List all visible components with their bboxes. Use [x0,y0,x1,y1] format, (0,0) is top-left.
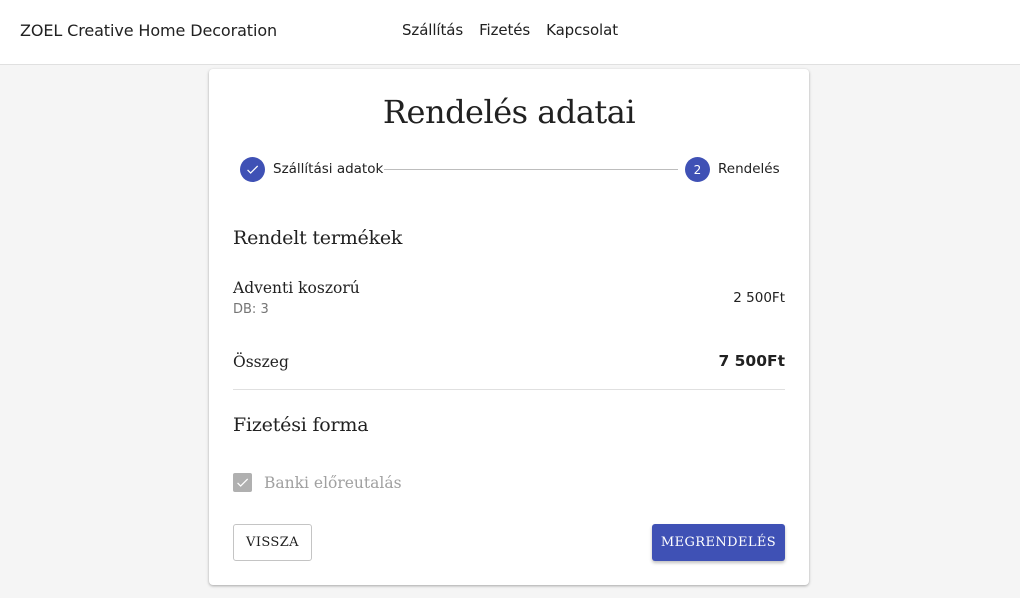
step-2-active: 2 [685,157,710,182]
step-2-label: Rendelés [718,161,780,177]
product-name: Adventi koszorú [233,279,360,297]
payment-option-label: Banki előreutalás [264,473,402,492]
ordered-products-heading: Rendelt termékek [233,227,403,249]
order-details-card: Rendelés adatai Szállítási adatok 2 Rend… [209,69,809,585]
product-price: 2 500Ft [733,290,785,306]
top-app-bar: ZOEL Creative Home Decoration Szállítás … [0,0,1020,65]
check-icon [247,165,259,174]
payment-checkbox[interactable] [233,473,252,492]
brand-name[interactable]: ZOEL Creative Home Decoration [20,21,277,40]
payment-option-bank-transfer[interactable]: Banki előreutalás [233,473,402,492]
divider [233,389,785,390]
payment-method-heading: Fizetési forma [233,414,369,436]
step-connector [384,169,678,170]
total-label: Összeg [233,353,289,371]
page-title: Rendelés adatai [382,93,636,131]
step-2-number: 2 [693,162,702,177]
nav-link-payment[interactable]: Fizetés [479,21,530,39]
place-order-button[interactable]: MEGRENDELÉS [652,524,785,561]
nav-link-shipping[interactable]: Szállítás [402,21,463,39]
nav-link-contact[interactable]: Kapcsolat [546,21,618,39]
checkout-stepper: Szállítási adatok 2 Rendelés [240,157,786,183]
check-icon [237,478,249,487]
back-button[interactable]: VISSZA [233,524,312,561]
step-1-label: Szállítási adatok [273,161,384,177]
total-value: 7 500Ft [718,352,785,370]
product-quantity: DB: 3 [233,302,269,317]
main-nav: Szállítás Fizetés Kapcsolat [402,21,618,39]
step-1-completed [240,157,265,182]
